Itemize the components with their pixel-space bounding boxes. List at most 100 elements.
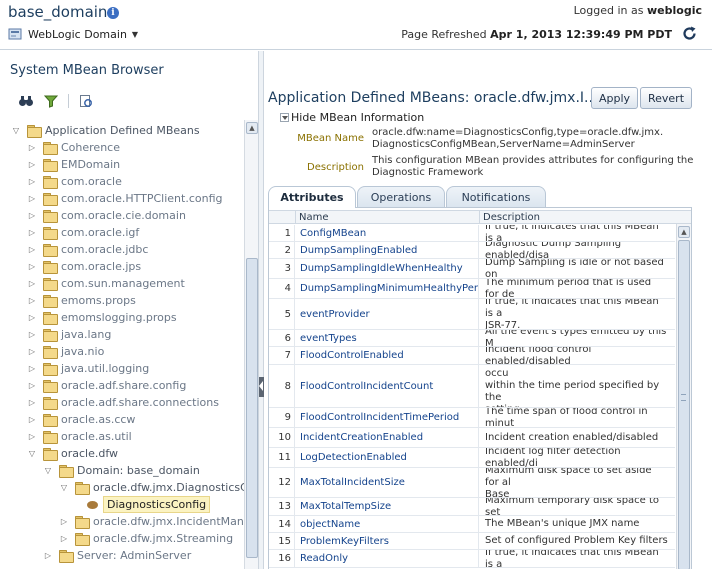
table-row[interactable]: 9 FloodControlIncidentTimePeriod The tim… [269, 408, 675, 428]
tree-node[interactable]: ▷ EMDomain [27, 156, 120, 173]
collapse-arrow-icon[interactable]: ▷ [27, 432, 37, 442]
table-row[interactable]: 11 LogDetectionEnabled Incident log filt… [269, 448, 675, 468]
attribute-name-link[interactable]: ProblemKeyFilters [296, 533, 479, 549]
tab-attributes[interactable]: Attributes [268, 186, 356, 208]
collapse-arrow-icon[interactable]: ▷ [27, 177, 37, 187]
table-row[interactable]: 4 DumpSamplingMinimumHealthyPeriod The m… [269, 279, 675, 299]
tree-scrollbar[interactable]: ▲ [244, 120, 259, 569]
filter-icon[interactable] [44, 94, 58, 108]
collapse-arrow-icon[interactable]: ▷ [59, 534, 69, 544]
tree-node-selected[interactable]: DiagnosticsConfig [83, 496, 211, 513]
scroll-up-icon[interactable]: ▲ [246, 122, 258, 134]
find-icon[interactable] [18, 94, 34, 108]
attribute-name-link[interactable]: FloodControlIncidentTimePeriod [296, 408, 479, 427]
collapse-arrow-icon[interactable]: ▷ [27, 228, 37, 238]
collapse-arrow-icon[interactable]: ▷ [27, 398, 37, 408]
tab-operations[interactable]: Operations [357, 186, 445, 207]
tree-node[interactable]: ▷ com.sun.management [27, 275, 185, 292]
collapse-arrow-icon[interactable]: ▷ [27, 245, 37, 255]
attribute-name-link[interactable]: FloodControlIncidentCount [296, 365, 479, 407]
table-row[interactable]: 6 eventTypes All the event's types emitt… [269, 330, 675, 347]
collapse-arrow-icon[interactable]: ▷ [27, 347, 37, 357]
tree-node[interactable]: ▽ oracle.dfw.jmx.DiagnosticsConf [59, 479, 260, 496]
tree-node[interactable]: ▷ com.oracle.cie.domain [27, 207, 186, 224]
attribute-name-link[interactable]: DumpSamplingMinimumHealthyPeriod [296, 279, 479, 298]
tree-node[interactable]: ▷ oracle.dfw.jmx.IncidentManage [59, 513, 260, 530]
table-row[interactable]: 14 objectName The MBean's unique JMX nam… [269, 516, 675, 533]
tree-node[interactable]: ▽ oracle.dfw [27, 445, 118, 462]
collapse-arrow-icon[interactable]: ▷ [27, 279, 37, 289]
expand-arrow-icon[interactable]: ▽ [43, 466, 53, 476]
table-row[interactable]: 13 MaxTotalTempSize Maximum temporary di… [269, 498, 675, 516]
tree-node[interactable]: ▷ java.nio [27, 343, 104, 360]
attribute-name-link[interactable]: DumpSamplingEnabled [296, 242, 479, 258]
table-row[interactable]: 15 ProblemKeyFilters Set of configured P… [269, 533, 675, 550]
table-row[interactable]: 16 ReadOnly If true, it indicates that t… [269, 550, 675, 568]
tree-node[interactable]: ▷ oracle.adf.share.config [27, 377, 186, 394]
tree-node[interactable]: ▷ emoms.props [27, 292, 136, 309]
table-row[interactable]: 5 eventProvider If true, it indicates th… [269, 299, 675, 330]
collapse-arrow-icon[interactable]: ▷ [27, 296, 37, 306]
collapse-arrow-icon[interactable]: ▷ [27, 313, 37, 323]
attribute-name-link[interactable]: FloodControlEnabled [296, 347, 479, 364]
tree-node[interactable]: ▷ Server: AdminServer [43, 547, 191, 564]
tree-node[interactable]: ▷ com.oracle [27, 173, 122, 190]
attribute-name-link[interactable]: eventTypes [296, 330, 479, 346]
column-header-name[interactable]: Name [296, 211, 480, 224]
expand-arrow-icon[interactable]: ▽ [11, 126, 21, 136]
table-scrollbar[interactable]: ▲ [676, 224, 691, 569]
refresh-tree-icon[interactable] [79, 94, 93, 108]
tree-node[interactable]: ▷ emomslogging.props [27, 309, 177, 326]
collapse-arrow-icon[interactable]: ▷ [27, 262, 37, 272]
column-header-description[interactable]: Description [480, 211, 676, 224]
collapse-arrow-icon[interactable]: ▷ [27, 415, 37, 425]
collapse-arrow-icon[interactable]: ▷ [27, 211, 37, 221]
tree-node[interactable]: ▷ java.util.logging [27, 360, 149, 377]
collapse-arrow-icon[interactable]: ▷ [27, 160, 37, 170]
tree-node[interactable]: ▷ com.oracle.igf [27, 224, 139, 241]
collapse-arrow-icon[interactable]: ▷ [27, 143, 37, 153]
attribute-name-link[interactable]: IncidentCreationEnabled [296, 428, 479, 447]
tree-node[interactable]: ▷ oracle.dfw.jmx.Streaming [59, 530, 233, 547]
tree-node[interactable]: ▷ Coherence [27, 139, 120, 156]
user-name[interactable]: weblogic [647, 4, 702, 17]
tree-node[interactable]: ▷ com.oracle.jps [27, 258, 141, 275]
collapse-arrow-icon[interactable]: ▷ [43, 551, 53, 561]
collapse-arrow-icon[interactable]: ▷ [27, 330, 37, 340]
tree-node[interactable]: ▷ com.oracle.HTTPClient.config [27, 190, 223, 207]
attribute-name-link[interactable]: MaxTotalTempSize [296, 498, 479, 515]
collapse-arrow-icon[interactable]: ▷ [27, 194, 37, 204]
attribute-name-link[interactable]: eventProvider [296, 299, 479, 329]
attribute-name-link[interactable]: objectName [296, 516, 479, 532]
expand-arrow-icon[interactable]: ▽ [59, 483, 69, 493]
hide-mbean-info-toggle[interactable]: Hide MBean Information [280, 111, 424, 124]
tree-node[interactable]: ▽ Application Defined MBeans [11, 122, 200, 139]
attribute-name-link[interactable]: ReadOnly [296, 550, 479, 567]
collapse-arrow-icon[interactable]: ▷ [27, 381, 37, 391]
tree-node[interactable]: ▷ oracle.as.util [27, 428, 132, 445]
info-icon[interactable]: i [107, 7, 119, 19]
table-row[interactable]: 1 ConfigMBean If true, it indicates that… [269, 225, 675, 242]
table-row[interactable]: 2 DumpSamplingEnabled Diagnostic Dump Sa… [269, 242, 675, 259]
tree-node[interactable]: ▷ java.lang [27, 326, 111, 343]
scroll-up-icon[interactable]: ▲ [678, 226, 690, 238]
refresh-icon[interactable] [681, 25, 698, 42]
scroll-thumb[interactable] [246, 258, 258, 558]
attribute-name-link[interactable]: ConfigMBean [296, 225, 479, 241]
attribute-name-link[interactable]: DumpSamplingIdleWhenHealthy [296, 259, 479, 278]
collapse-arrow-icon[interactable]: ▷ [59, 517, 69, 527]
table-row[interactable]: 12 MaxTotalIncidentSize Maximum disk spa… [269, 468, 675, 498]
revert-button[interactable]: Revert [640, 87, 692, 109]
attribute-name-link[interactable]: LogDetectionEnabled [296, 448, 479, 467]
tree-node[interactable]: ▽ Domain: base_domain [43, 462, 200, 479]
tree-node[interactable]: ▷ com.oracle.jdbc [27, 241, 148, 258]
expand-arrow-icon[interactable]: ▽ [27, 449, 37, 459]
weblogic-domain-menu[interactable]: WebLogic Domain ▼ [8, 26, 138, 42]
tab-notifications[interactable]: Notifications [446, 186, 546, 207]
table-row[interactable]: 3 DumpSamplingIdleWhenHealthy Dump Sampl… [269, 259, 675, 279]
attribute-name-link[interactable]: MaxTotalIncidentSize [296, 468, 479, 497]
table-row[interactable]: 8 FloodControlIncidentCount The number o… [269, 365, 675, 408]
apply-button[interactable]: Apply [591, 87, 638, 109]
tree-node[interactable]: ▷ oracle.adf.share.connections [27, 394, 219, 411]
table-row[interactable]: 10 IncidentCreationEnabled Incident crea… [269, 428, 675, 448]
